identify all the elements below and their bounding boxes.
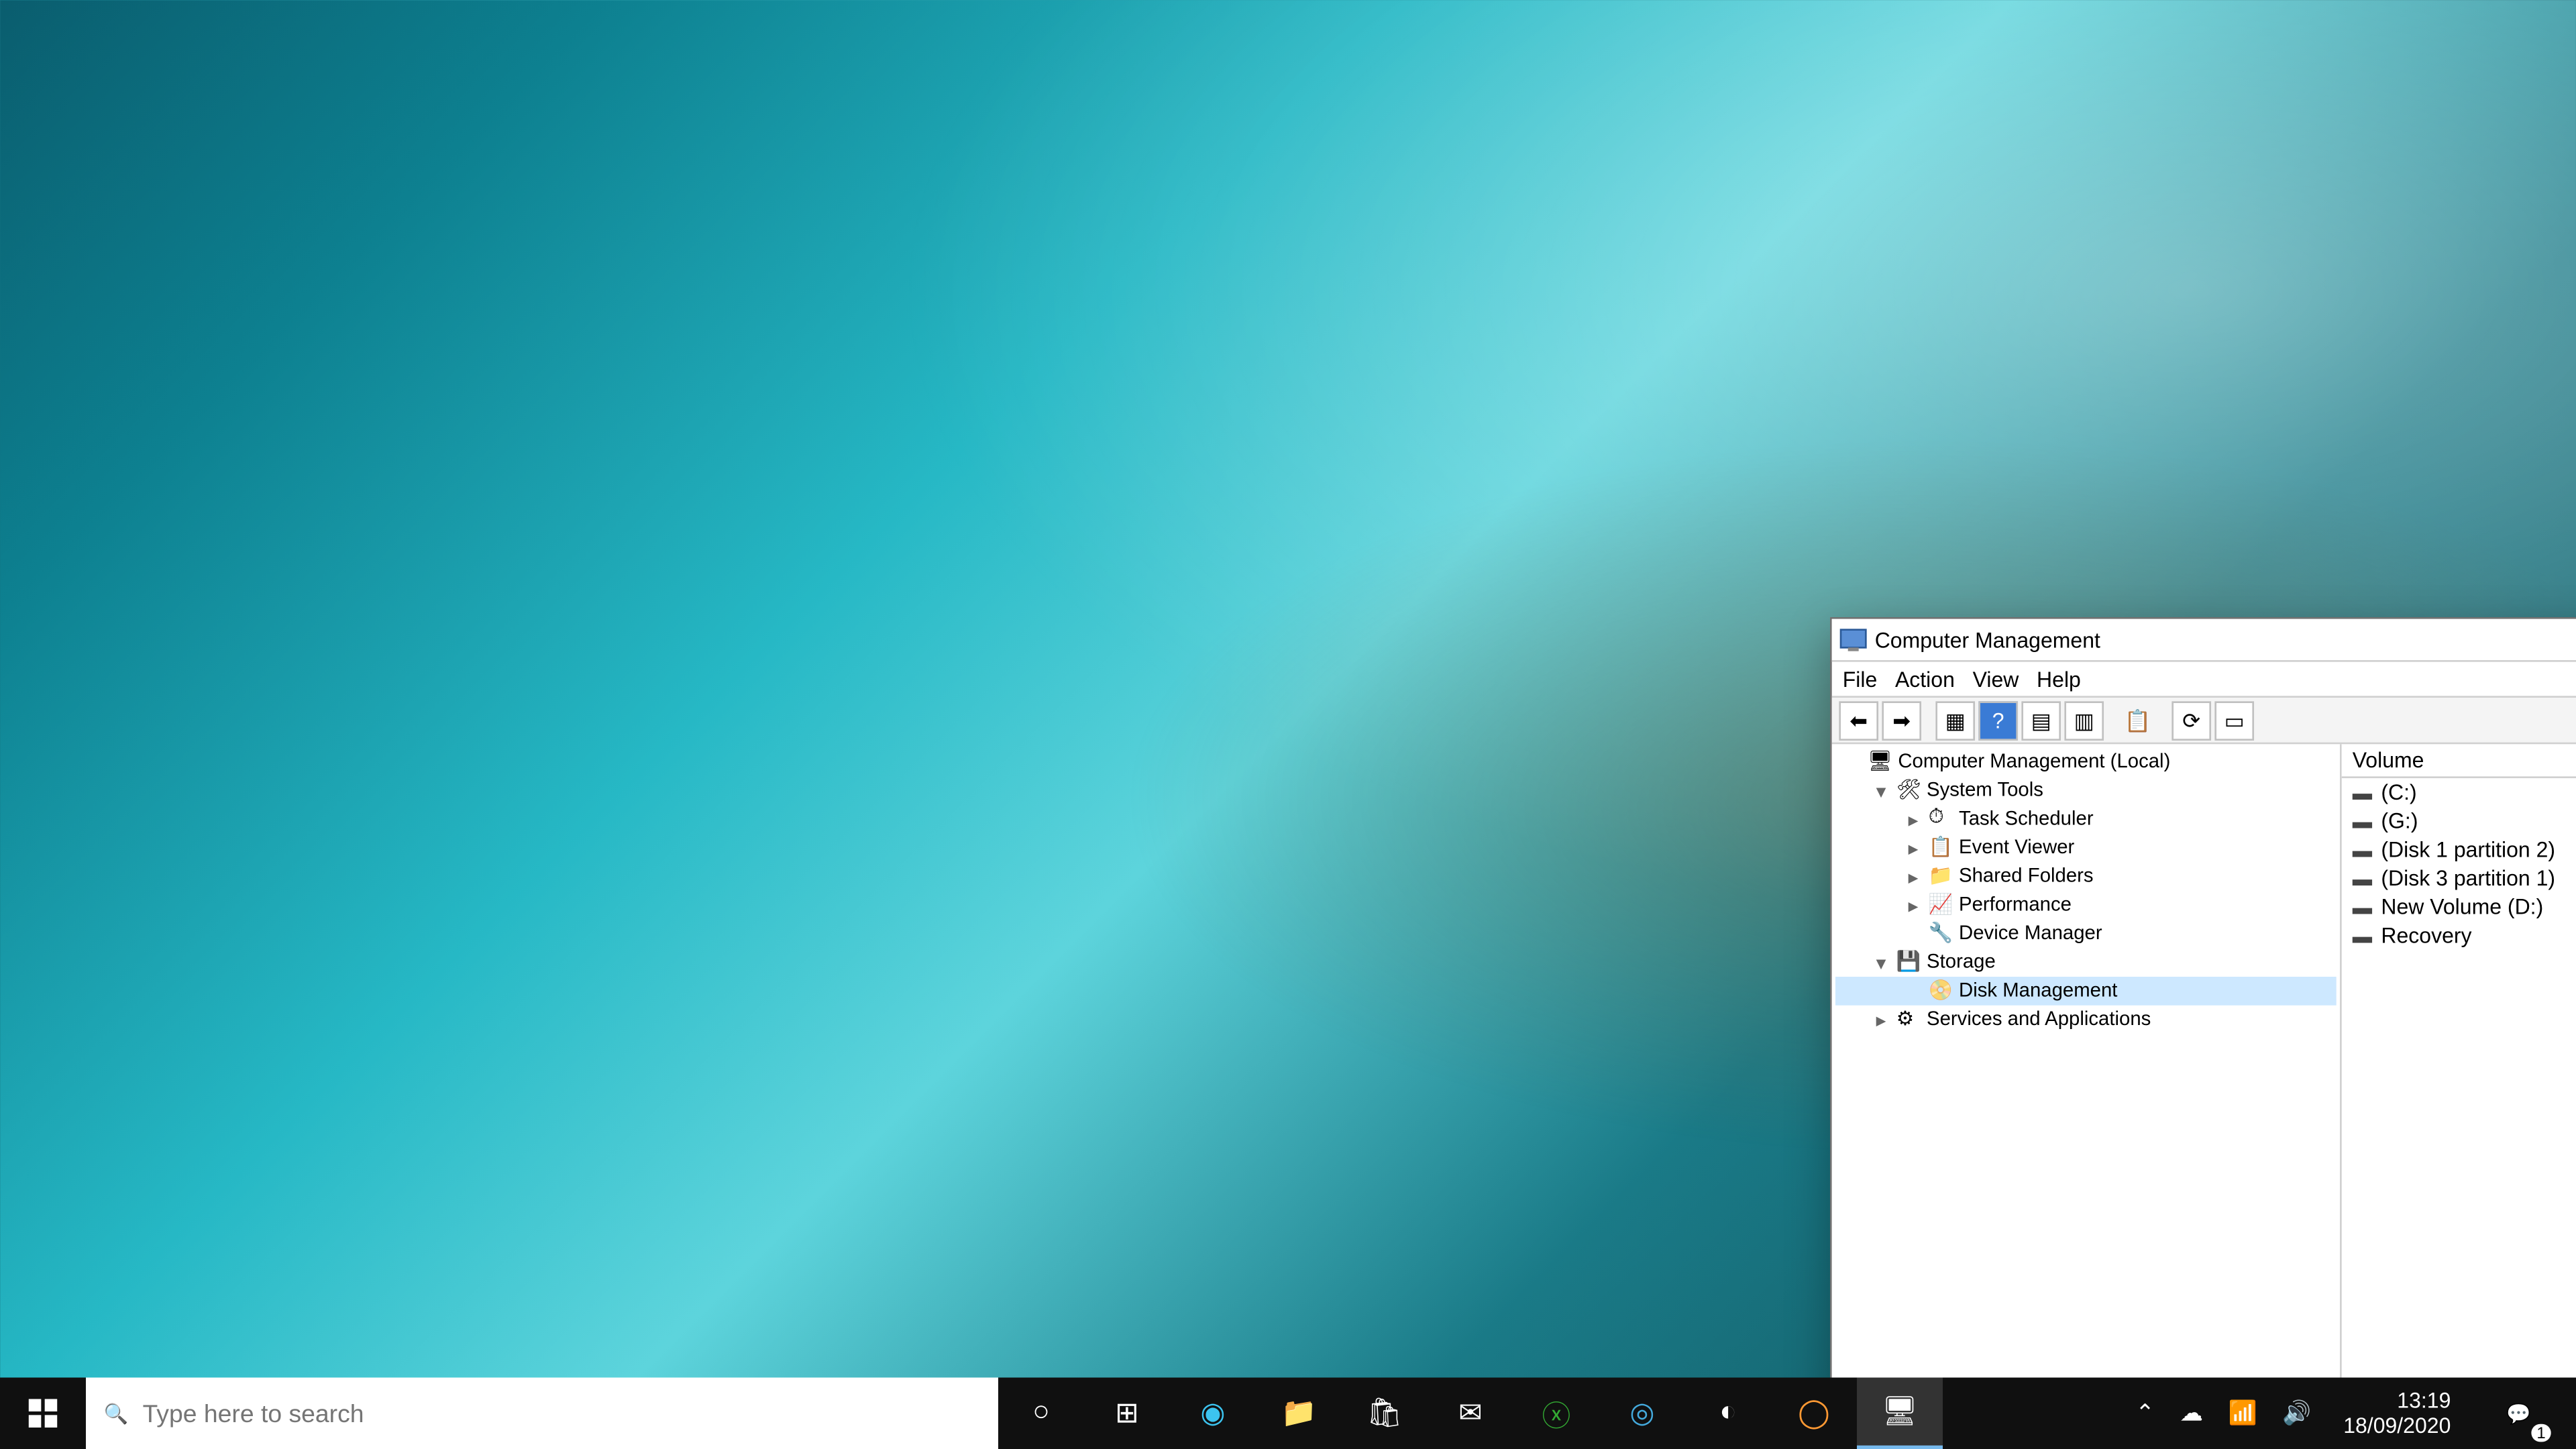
volume-row[interactable]: ▬RecoverySimpleBasicNTFSHealthy (Recover… — [2342, 921, 2576, 950]
toolbar-btn-6[interactable]: ▭ — [2214, 700, 2254, 740]
volume-row[interactable]: ▬(Disk 1 partition 2)SimpleBasicHealthy … — [2342, 835, 2576, 864]
volume-row[interactable]: ▬(G:)SimpleBasicFAT32Healthy (Primary Pa… — [2342, 807, 2576, 836]
tree-storage[interactable]: ▾💾Storage — [1835, 948, 2337, 977]
app-icon — [1839, 625, 1868, 654]
clock-date: 18/09/2020 — [2343, 1413, 2451, 1438]
toolbar: ⬅ ➡ ▦ ? ▤ ▥ 📋 ⟳ ▭ — [1832, 698, 2576, 744]
cortana-icon[interactable]: ○ — [998, 1377, 1084, 1449]
tree-performance[interactable]: ▸📈Performance — [1835, 891, 2337, 920]
tray-wifi-icon[interactable]: 📶 — [2221, 1399, 2265, 1428]
titlebar[interactable]: Computer Management ─ ☐ ✕ — [1832, 619, 2576, 662]
app-icon-1[interactable]: ◎ — [1599, 1377, 1685, 1449]
clock-time: 13:19 — [2397, 1388, 2451, 1413]
search-icon: 🔍 — [104, 1401, 129, 1425]
menu-view[interactable]: View — [1973, 666, 2019, 691]
tray-volume-icon[interactable]: 🔊 — [2275, 1399, 2318, 1428]
system-tray[interactable]: ⌃ ☁ 📶 🔊 13:19 18/09/2020 💬1 — [2114, 1377, 2576, 1449]
volume-list-header[interactable]: Volume Layout Type File System Status — [2342, 744, 2576, 778]
taskbar-search[interactable]: 🔍 — [86, 1377, 998, 1449]
toolbar-btn-2[interactable]: ? — [1978, 700, 2018, 740]
toolbar-btn-3[interactable]: ▤ — [2021, 700, 2061, 740]
start-button[interactable] — [0, 1377, 86, 1449]
tree-system-tools[interactable]: ▾🛠System Tools — [1835, 776, 2337, 805]
tree-disk-management[interactable]: 📀Disk Management — [1835, 977, 2337, 1006]
tree-root[interactable]: 🖥Computer Management (Local) — [1835, 748, 2337, 777]
taskbar-clock[interactable]: 13:19 18/09/2020 — [2329, 1388, 2465, 1438]
menu-action[interactable]: Action — [1895, 666, 1955, 691]
store-icon[interactable]: 🛍 — [1342, 1377, 1428, 1449]
explorer-icon[interactable]: 📁 — [1256, 1377, 1342, 1449]
xbox-icon[interactable]: ⓧ — [1513, 1377, 1599, 1449]
tree-event-viewer[interactable]: ▸📋Event Viewer — [1835, 834, 2337, 863]
toolbar-btn-1[interactable]: ▦ — [1935, 700, 1975, 740]
menu-file[interactable]: File — [1843, 666, 1878, 691]
toolbar-btn-4[interactable]: ▥ — [2064, 700, 2104, 740]
tray-chevron-icon[interactable]: ⌃ — [2128, 1399, 2161, 1428]
forward-button[interactable]: ➡ — [1882, 700, 1921, 740]
tree-device-manager[interactable]: 🔧Device Manager — [1835, 920, 2337, 949]
action-center-icon[interactable]: 💬1 — [2476, 1377, 2562, 1449]
nav-tree[interactable]: 🖥Computer Management (Local) ▾🛠System To… — [1832, 744, 2342, 1449]
tray-onedrive-icon[interactable]: ☁ — [2173, 1399, 2210, 1428]
volume-row[interactable]: ▬(Disk 3 partition 1)SimpleBasicHealthy … — [2342, 864, 2576, 893]
steam-icon[interactable]: ◐ — [1685, 1377, 1771, 1449]
tree-services[interactable]: ▸⚙Services and Applications — [1835, 1006, 2337, 1034]
back-button[interactable]: ⬅ — [1839, 700, 1878, 740]
tree-task-scheduler[interactable]: ▸⏱Task Scheduler — [1835, 805, 2337, 834]
volume-row[interactable]: ▬(C:)SimpleBasicNTFSHealthy (Boot, Page … — [2342, 778, 2576, 807]
mail-icon[interactable]: ✉ — [1428, 1377, 1513, 1449]
search-input[interactable] — [143, 1399, 981, 1428]
main-content: Volume Layout Type File System Status ▬(… — [2342, 744, 2576, 1449]
refresh-button[interactable]: ⟳ — [2171, 700, 2211, 740]
menu-help[interactable]: Help — [2037, 666, 2081, 691]
window-title: Computer Management — [1875, 627, 2576, 652]
notification-badge: 1 — [2531, 1424, 2551, 1442]
task-view-icon[interactable]: ⊞ — [1084, 1377, 1170, 1449]
toolbar-btn-5[interactable]: 📋 — [2118, 700, 2157, 740]
volume-row[interactable]: ▬New Volume (D:)SimpleBasicNTFSHealthy (… — [2342, 893, 2576, 922]
edge-icon[interactable]: ◉ — [1170, 1377, 1256, 1449]
taskbar-computer-management[interactable]: 🖥 — [1857, 1377, 1943, 1449]
app-icon-2[interactable]: ◯ — [1771, 1377, 1857, 1449]
col-volume[interactable]: Volume — [2342, 744, 2576, 776]
taskbar[interactable]: 🔍 ○ ⊞ ◉ 📁 🛍 ✉ ⓧ ◎ ◐ ◯ 🖥 ⌃ ☁ 📶 🔊 13:19 18… — [0, 1377, 2576, 1449]
computer-management-window: Computer Management ─ ☐ ✕ File Action Vi… — [1830, 617, 2576, 1449]
menu-bar: File Action View Help — [1832, 662, 2576, 698]
volume-list[interactable]: Volume Layout Type File System Status ▬(… — [2342, 744, 2576, 1449]
tree-shared-folders[interactable]: ▸📁Shared Folders — [1835, 862, 2337, 891]
